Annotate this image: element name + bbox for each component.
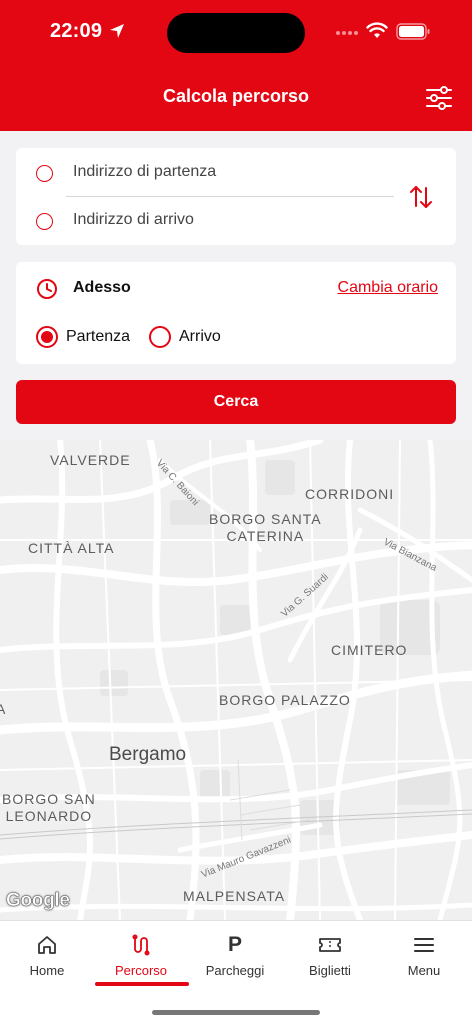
arrival-label: Arrivo <box>179 328 221 345</box>
battery-icon <box>396 23 430 40</box>
tab-biglietti[interactable]: Biglietti <box>283 921 377 987</box>
arrival-radio-circle <box>149 326 171 348</box>
bottom-tab-bar: Home Percorso P Parcheggi Biglietti Menu <box>0 920 472 1024</box>
tab-percorso[interactable]: Percorso <box>94 921 188 987</box>
district-borgo-santa-caterina: BORGO SANTA CATERINA <box>209 511 322 544</box>
now-label: Adesso <box>73 279 131 296</box>
filters-icon[interactable] <box>424 83 454 113</box>
departure-label: Partenza <box>66 328 131 345</box>
swap-addresses-icon[interactable] <box>408 184 434 210</box>
wifi-icon <box>366 22 388 38</box>
map-view[interactable]: VALVERDE CORRIDONI BORGO SANTA CATERINA … <box>0 440 472 920</box>
time-card: Adesso Cambia orario Partenza Arrivo <box>16 262 456 364</box>
tab-home[interactable]: Home <box>0 921 94 987</box>
location-arrow-icon <box>110 24 124 38</box>
change-time-link[interactable]: Cambia orario <box>338 279 438 297</box>
parking-icon: P <box>227 933 242 956</box>
clock-icon <box>37 279 57 299</box>
departure-radio-circle <box>36 326 58 348</box>
district-citta-alta: CITTÀ ALTA <box>28 540 115 556</box>
departure-radio[interactable]: Partenza <box>36 326 130 348</box>
district-corridoni: CORRIDONI <box>305 486 395 502</box>
address-card: Indirizzo di partenza Indirizzo di arriv… <box>16 148 456 245</box>
home-indicator <box>152 1010 320 1015</box>
address-divider <box>66 196 394 197</box>
district-valverde: VALVERDE <box>50 452 131 468</box>
google-attribution: Google <box>6 890 70 912</box>
start-address-input[interactable]: Indirizzo di partenza <box>73 163 216 181</box>
tab-menu[interactable]: Menu <box>377 921 471 987</box>
tab-biglietti-label: Biglietti <box>309 963 351 978</box>
district-borgo-san-leonardo: BORGO SAN LEONARDO <box>2 791 96 824</box>
district-edge-label: A <box>0 701 7 717</box>
home-icon <box>35 933 59 957</box>
search-button[interactable]: Cerca <box>16 380 456 424</box>
page-title: Calcola percorso <box>162 86 310 106</box>
district-cimitero: CIMITERO <box>331 642 408 658</box>
ticket-icon <box>318 933 342 957</box>
tab-parcheggi-label: Parcheggi <box>205 963 265 978</box>
arrival-radio[interactable]: Arrivo <box>149 326 221 348</box>
end-address-input[interactable]: Indirizzo di arrivo <box>73 211 194 229</box>
active-tab-indicator <box>95 982 189 986</box>
route-icon <box>129 933 153 957</box>
district-malpensata: MALPENSATA <box>183 888 286 904</box>
city-label: Bergamo <box>109 744 187 765</box>
tab-menu-label: Menu <box>407 963 441 978</box>
district-borgo-palazzo: BORGO PALAZZO <box>219 692 351 708</box>
status-time: 22:09 <box>50 20 103 42</box>
signal-icon <box>336 31 358 35</box>
tab-percorso-label: Percorso <box>114 963 168 978</box>
tab-home-label: Home <box>29 963 65 978</box>
start-point-icon <box>36 165 53 182</box>
tab-parcheggi[interactable]: P Parcheggi <box>188 921 282 987</box>
end-point-icon <box>36 213 53 230</box>
menu-icon <box>412 933 436 957</box>
app-header: 22:09 Calcola percorso <box>0 0 472 131</box>
dynamic-island <box>167 13 305 53</box>
